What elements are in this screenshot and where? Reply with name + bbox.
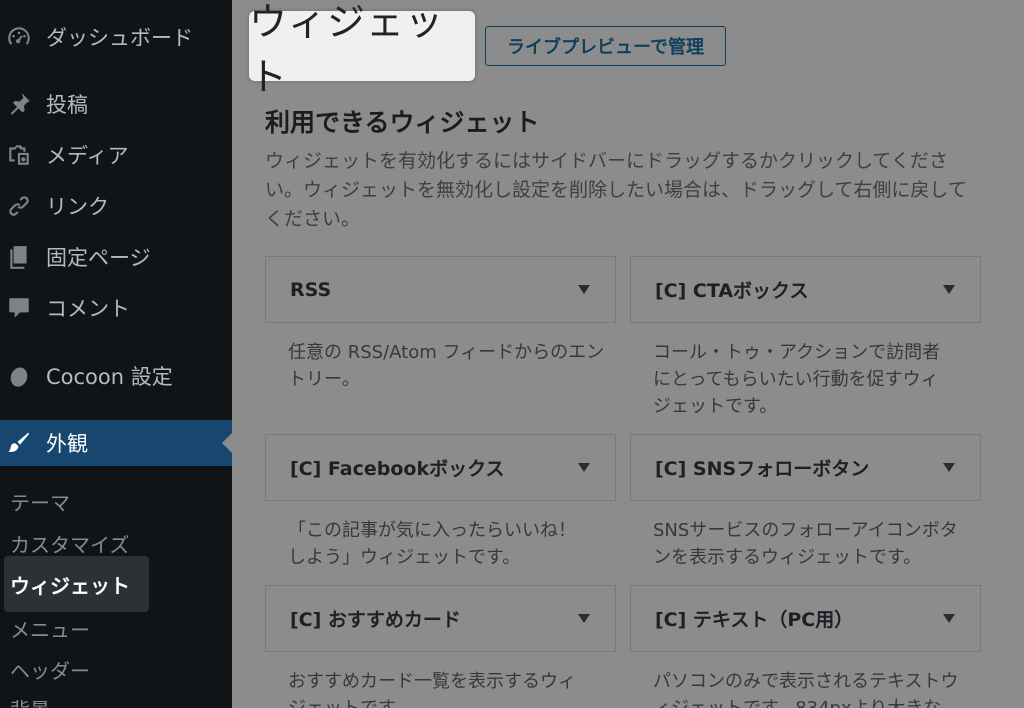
page-title-highlight: ウィジェット — [249, 0, 475, 99]
widget-title: [C] SNSフォローボタン — [655, 458, 870, 480]
submenu-item-widgets[interactable]: ウィジェット — [4, 556, 149, 612]
menu-item-comments[interactable]: コメント — [0, 285, 232, 331]
widget-description: SNSサービスのフォローアイコンボタンを表示するウィジェットです。 — [653, 520, 958, 568]
menu-label: 外観 — [46, 432, 88, 456]
brush-icon — [5, 429, 33, 457]
menu-item-links[interactable]: リンク — [0, 183, 232, 229]
menu-item-posts[interactable]: 投稿 — [0, 81, 232, 127]
menu-label: コメント — [46, 297, 130, 321]
active-indicator — [222, 433, 232, 453]
widget-rss[interactable]: RSS — [265, 256, 616, 323]
link-icon — [5, 192, 33, 220]
menu-label: メディア — [46, 144, 129, 168]
widget-cta-box[interactable]: [C] CTAボックス — [630, 256, 981, 323]
comment-icon — [5, 294, 33, 322]
submenu-label: テーマ — [10, 491, 70, 515]
page-icon — [5, 243, 33, 271]
submenu-label: 背景 — [10, 694, 50, 708]
main-content: ウィジェット ライブプレビューで管理 利用できるウィジェット ウィジェットを有効… — [232, 0, 1024, 708]
available-widgets-heading: 利用できるウィジェット — [265, 108, 540, 137]
widget-title: [C] おすすめカード — [290, 609, 461, 631]
media-icon — [5, 141, 33, 169]
widget-title: [C] Facebookボックス — [290, 458, 505, 480]
chevron-down-icon[interactable] — [943, 614, 955, 623]
submenu-label: カスタマイズ — [10, 533, 130, 557]
submenu-label: メニュー — [10, 618, 90, 642]
menu-item-media[interactable]: メディア — [0, 132, 232, 178]
widget-sns-follow[interactable]: [C] SNSフォローボタン — [630, 434, 981, 501]
submenu-label: ヘッダー — [10, 659, 90, 683]
menu-label: Cocoon 設定 — [46, 365, 173, 389]
submenu-label: ウィジェット — [10, 574, 130, 598]
widget-recommended-cards[interactable]: [C] おすすめカード — [265, 585, 616, 652]
page-title: ウィジェット — [249, 0, 445, 99]
available-widgets-description: ウィジェットを有効化するにはサイドバーにドラッグするかクリックしてください。ウィ… — [265, 150, 967, 230]
widget-description: 任意の RSS/Atom フィードからのエントリー。 — [288, 342, 605, 390]
menu-label: 投稿 — [46, 93, 88, 117]
widget-description: パソコンのみで表示されるテキストウィジェットです。834pxより大きな — [653, 671, 959, 708]
widget-description: 「この記事が気に入ったらいいね！しよう」ウィジェットです。 — [288, 520, 576, 568]
widget-description: コール・トゥ・アクションで訪問者にとってもらいたい行動を促すウィジェットです。 — [653, 342, 941, 417]
pin-icon — [5, 90, 33, 118]
menu-label: リンク — [46, 195, 109, 219]
chevron-down-icon[interactable] — [578, 463, 590, 472]
widget-title: RSS — [290, 278, 332, 301]
chevron-down-icon[interactable] — [943, 285, 955, 294]
chevron-down-icon[interactable] — [578, 285, 590, 294]
admin-sidebar: ダッシュボード 投稿 メディア リンク 固定ページ コメント Cocoon 設定… — [0, 0, 232, 708]
menu-item-pages[interactable]: 固定ページ — [0, 234, 232, 280]
chevron-down-icon[interactable] — [943, 463, 955, 472]
widget-text-pc[interactable]: [C] テキスト（PC用） — [630, 585, 981, 652]
menu-label: ダッシュボード — [46, 26, 193, 50]
menu-item-cocoon-settings[interactable]: Cocoon 設定 — [0, 353, 232, 399]
cocoon-icon — [5, 362, 33, 390]
dashboard-icon — [5, 23, 33, 51]
widget-title: [C] テキスト（PC用） — [655, 609, 854, 631]
live-preview-button[interactable]: ライブプレビューで管理 — [485, 26, 726, 66]
menu-item-appearance[interactable]: 外観 — [0, 420, 232, 466]
widget-title: [C] CTAボックス — [655, 280, 809, 302]
menu-item-dashboard[interactable]: ダッシュボード — [0, 14, 232, 60]
menu-label: 固定ページ — [46, 246, 151, 270]
chevron-down-icon[interactable] — [578, 614, 590, 623]
widget-facebook-box[interactable]: [C] Facebookボックス — [265, 434, 616, 501]
widget-description: おすすめカード一覧を表示するウィジェットです。 — [288, 671, 576, 708]
